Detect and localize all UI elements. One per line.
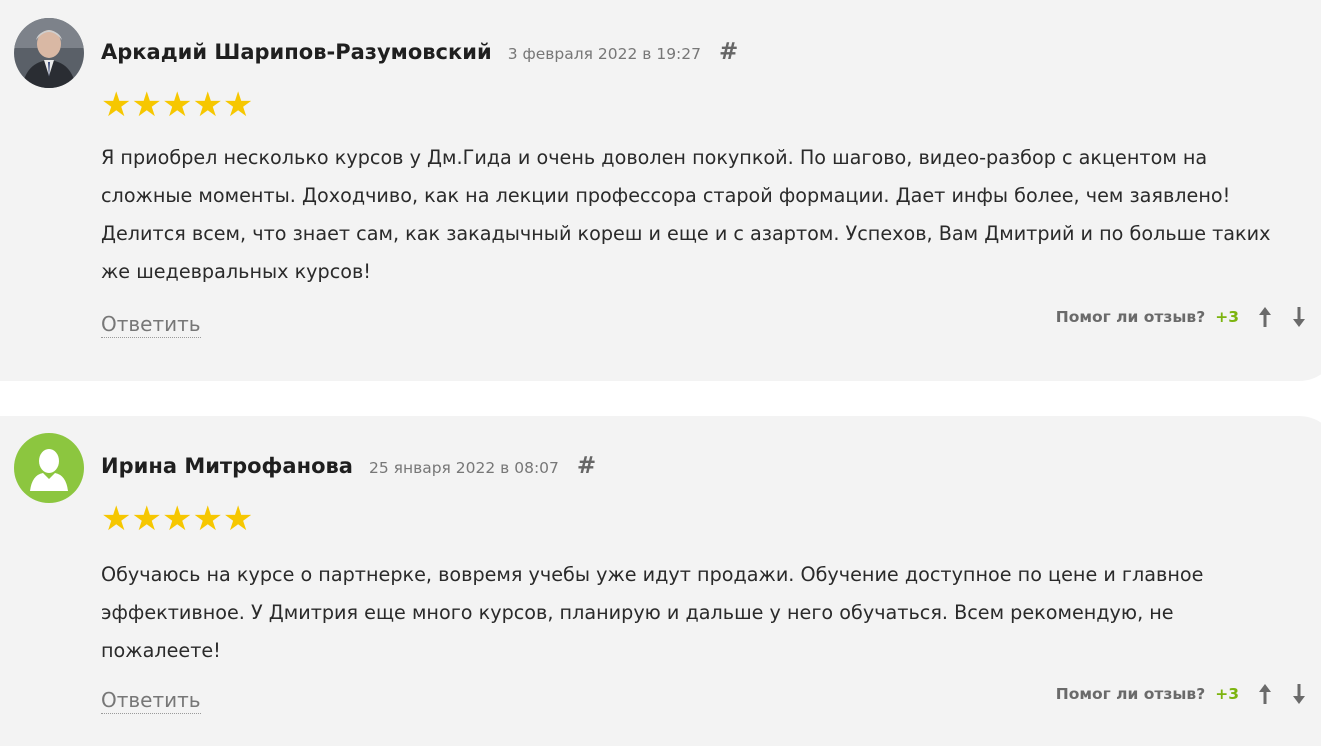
- arrow-down-icon: [1293, 684, 1305, 704]
- arrow-up-icon: [1259, 307, 1271, 327]
- review-card: Аркадий Шарипов-Разумовский 3 февраля 20…: [0, 0, 1321, 381]
- review-date: 3 февраля 2022 в 19:27: [507, 45, 701, 63]
- vote-score: +3: [1215, 685, 1239, 703]
- author-name[interactable]: Ирина Митрофанова: [101, 454, 353, 478]
- vote-down-button[interactable]: [1291, 305, 1307, 329]
- vote-score: +3: [1215, 308, 1239, 326]
- vote-up-button[interactable]: [1257, 305, 1273, 329]
- permalink-hash[interactable]: #: [577, 453, 596, 479]
- helpful-vote: Помог ли отзыв? +3: [1056, 682, 1307, 706]
- review-text: Обучаюсь на курсе о партнерке, вовремя у…: [101, 563, 1204, 662]
- review-text: Я приобрел несколько курсов у Дм.Гида и …: [101, 146, 1271, 283]
- review-header: Аркадий Шарипов-Разумовский 3 февраля 20…: [101, 39, 738, 65]
- vote-down-button[interactable]: [1291, 682, 1307, 706]
- author-name[interactable]: Аркадий Шарипов-Разумовский: [101, 40, 492, 64]
- review-date: 25 января 2022 в 08:07: [368, 459, 559, 477]
- reply-link[interactable]: Ответить: [101, 687, 201, 714]
- avatar[interactable]: [14, 18, 84, 88]
- helpful-label: Помог ли отзыв?: [1055, 308, 1206, 326]
- helpful-vote: Помог ли отзыв? +3: [1056, 305, 1307, 329]
- permalink-hash[interactable]: #: [719, 39, 738, 65]
- arrow-down-icon: [1293, 307, 1305, 327]
- avatar[interactable]: [14, 433, 84, 503]
- arrow-up-icon: [1259, 684, 1271, 704]
- user-photo-icon: [14, 18, 84, 88]
- user-silhouette-icon: [14, 433, 84, 503]
- helpful-label: Помог ли отзыв?: [1055, 685, 1206, 703]
- rating-stars: ★★★★★: [101, 85, 254, 125]
- reply-link[interactable]: Ответить: [101, 311, 201, 338]
- vote-up-button[interactable]: [1257, 682, 1273, 706]
- review-header: Ирина Митрофанова 25 января 2022 в 08:07…: [101, 453, 596, 479]
- rating-stars: ★★★★★: [101, 499, 254, 539]
- review-card: Ирина Митрофанова 25 января 2022 в 08:07…: [0, 416, 1321, 746]
